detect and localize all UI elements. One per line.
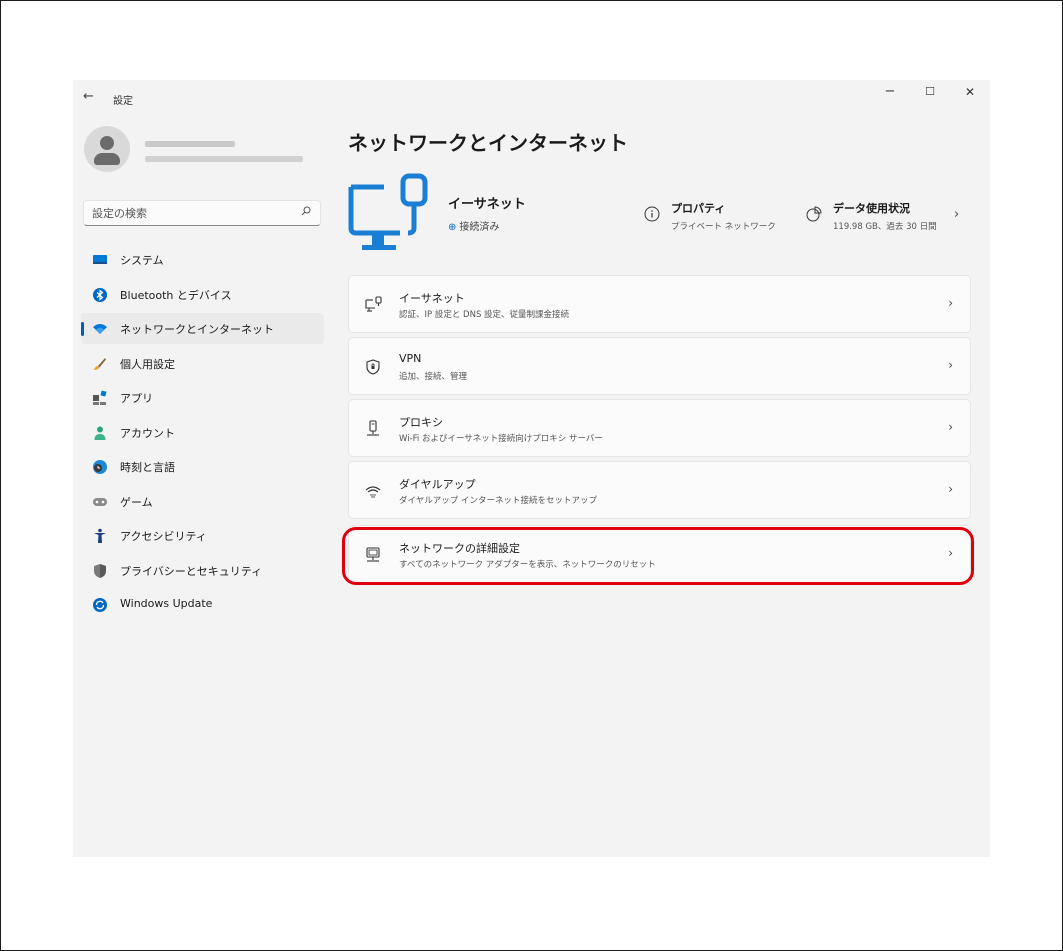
card-vpn[interactable]: VPN 追加、接続、管理 › (348, 337, 971, 395)
sidebar-item-accessibility[interactable]: アクセシビリティ (81, 520, 324, 551)
vpn-shield-icon (366, 359, 380, 375)
card-subtitle: 追加、接続、管理 (399, 372, 468, 382)
sidebar-item-label: ゲーム (120, 495, 153, 509)
sidebar-item-system[interactable]: システム (81, 244, 324, 275)
avatar-body (94, 153, 120, 165)
sidebar-item-gaming[interactable]: ゲーム (81, 486, 324, 517)
sidebar-item-label: Bluetooth とデバイス (120, 288, 232, 302)
shield-icon (94, 563, 106, 578)
sidebar-item-label: プライバシーとセキュリティ (120, 564, 263, 578)
sidebar-item-label: アクセシビリティ (120, 530, 207, 543)
data-usage-subtitle: 119.98 GB、過去 30 日間 (833, 222, 937, 232)
ethernet-hero-icon (348, 173, 428, 250)
person-icon (94, 426, 106, 440)
data-usage-title: データ使用状況 (833, 202, 910, 215)
card-subtitle: ダイヤルアップ インターネット接続をセットアップ (399, 496, 597, 506)
avatar[interactable] (84, 126, 130, 172)
info-icon (644, 206, 660, 222)
app-title: 設定 (113, 96, 133, 107)
selection-indicator (81, 322, 84, 336)
search-icon[interactable] (301, 206, 311, 219)
card-title: イーサネット (399, 292, 465, 305)
close-button[interactable]: ✕ (950, 80, 990, 104)
sidebar-item-network[interactable]: ネットワークとインターネット (81, 313, 324, 344)
update-icon (93, 598, 107, 612)
card-proxy[interactable]: プロキシ Wi-Fi およびイーサネット接続向けプロキシ サーバー › (348, 399, 971, 457)
clock-globe-icon (93, 460, 107, 474)
card-dialup[interactable]: ダイヤルアップ ダイヤルアップ インターネット接続をセットアップ › (348, 461, 971, 519)
maximize-button[interactable]: ☐ (910, 80, 950, 104)
sidebar-nav: システム Bluetooth とデバイス ネットワークとインターネット 個人用設… (81, 244, 324, 624)
proxy-icon (367, 420, 379, 436)
card-subtitle: 認証、IP 設定と DNS 設定、従量制課金接続 (399, 310, 570, 320)
chevron-right-icon: › (948, 420, 953, 434)
connection-status: ⊕ 接続済み (448, 218, 499, 233)
back-arrow-icon[interactable]: ← (83, 89, 94, 104)
card-title: VPN (399, 352, 422, 365)
sidebar-item-personalization[interactable]: 個人用設定 (81, 348, 324, 379)
sidebar-item-label: ネットワークとインターネット (120, 323, 274, 336)
sidebar-item-label: アプリ (120, 392, 153, 405)
sidebar-item-accounts[interactable]: アカウント (81, 417, 324, 448)
sidebar-item-privacy[interactable]: プライバシーとセキュリティ (81, 555, 324, 586)
sidebar-item-label: Windows Update (120, 597, 213, 610)
apps-icon (93, 390, 107, 405)
sidebar-item-windows-update[interactable]: Windows Update (81, 589, 324, 620)
accessibility-icon (94, 528, 106, 543)
search-input[interactable] (92, 204, 292, 222)
settings-search[interactable] (83, 200, 321, 226)
hero-connection-title: イーサネット (448, 197, 526, 212)
window-controls: − ☐ ✕ (870, 80, 990, 104)
brush-icon (94, 357, 106, 370)
chevron-right-icon: › (948, 482, 953, 496)
sidebar-item-label: システム (120, 254, 164, 267)
card-title: ダイヤルアップ (399, 478, 476, 491)
sidebar-item-label: 個人用設定 (120, 357, 175, 371)
chevron-right-icon: › (948, 296, 953, 310)
sidebar-item-label: アカウント (120, 426, 175, 440)
pie-chart-icon (806, 206, 822, 222)
page-title: ネットワークとインターネット (348, 131, 628, 155)
ethernet-icon (365, 296, 382, 312)
user-name-redacted (145, 141, 235, 147)
avatar-head (100, 136, 114, 150)
chevron-right-icon: › (948, 358, 953, 372)
highlight-annotation (342, 527, 974, 585)
monitor-icon (93, 255, 107, 264)
sidebar-item-time-language[interactable]: 時刻と言語 (81, 451, 324, 482)
dialup-icon (365, 486, 381, 498)
properties-title: プロパティ (671, 202, 726, 215)
sidebar-item-label: 時刻と言語 (120, 461, 175, 474)
settings-window: ← 設定 − ☐ ✕ システム Bluetooth とデバイス (73, 80, 990, 857)
bluetooth-icon (93, 287, 107, 302)
minimize-button[interactable]: − (870, 80, 910, 104)
sidebar-item-bluetooth[interactable]: Bluetooth とデバイス (81, 279, 324, 310)
card-subtitle: Wi-Fi およびイーサネット接続向けプロキシ サーバー (399, 434, 603, 444)
sidebar-item-apps[interactable]: アプリ (81, 382, 324, 413)
chevron-right-icon[interactable]: › (954, 207, 959, 222)
user-email-redacted (145, 156, 303, 162)
card-ethernet[interactable]: イーサネット 認証、IP 設定と DNS 設定、従量制課金接続 › (348, 275, 971, 333)
title-bar: ← 設定 − ☐ ✕ (73, 80, 990, 116)
properties-subtitle: プライベート ネットワーク (671, 222, 776, 232)
card-title: プロキシ (399, 416, 443, 429)
wifi-icon (93, 324, 107, 334)
gamepad-icon (93, 497, 107, 506)
globe-icon: ⊕ (448, 222, 457, 233)
connection-status-text: 接続済み (459, 222, 500, 233)
